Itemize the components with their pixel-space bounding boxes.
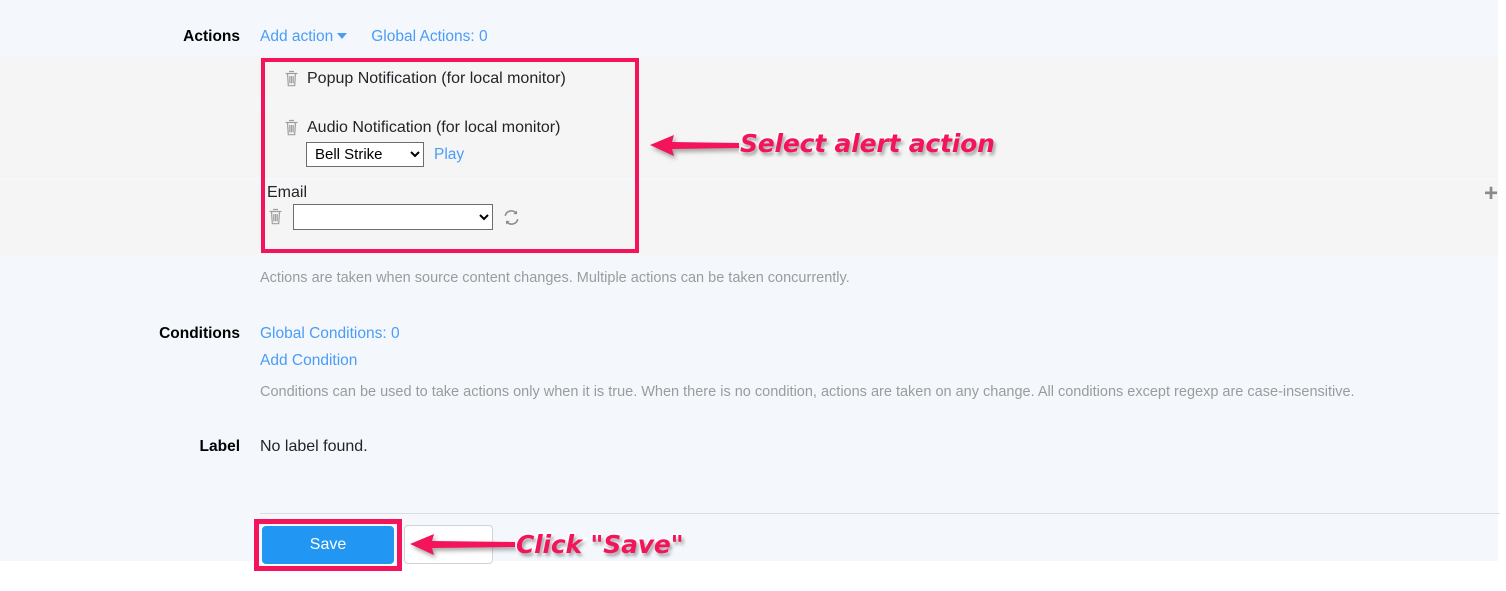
add-action-label: Add action [260, 28, 334, 45]
actions-links: Add action Global Actions: 0 [260, 28, 488, 46]
annotation-text-select-action: Select alert action [739, 128, 997, 160]
label-field-label: Label [199, 438, 240, 455]
action-item-popup-notification: Popup Notification (for local monitor) [265, 70, 635, 88]
trash-icon[interactable] [283, 70, 300, 88]
annotation-arrow-click-save [408, 527, 516, 565]
actions-list-highlight-box: Popup Notification (for local monitor) A… [261, 58, 639, 253]
actions-label: Actions [183, 28, 240, 45]
save-button[interactable]: Save [262, 526, 394, 564]
play-sound-link[interactable]: Play [434, 146, 464, 164]
bottom-edge-strip [0, 561, 1506, 591]
conditions-label: Conditions [159, 325, 240, 342]
global-conditions-link[interactable]: Global Conditions: 0 [260, 325, 400, 343]
trash-icon[interactable] [267, 208, 284, 226]
form-divider [260, 513, 1500, 514]
refresh-icon[interactable] [502, 208, 521, 227]
email-recipient-select[interactable] [293, 204, 493, 230]
action-title-popup-notification: Popup Notification (for local monitor) [307, 70, 566, 87]
conditions-helper-text: Conditions can be used to take actions o… [260, 384, 1355, 400]
action-item-email: Email [265, 184, 635, 230]
trash-icon[interactable] [283, 119, 300, 137]
sound-select[interactable]: Bell Strike [306, 142, 424, 167]
action-row-band-email [0, 180, 1498, 255]
annotation-text-click-save: Click "Save" [514, 529, 685, 561]
action-item-audio-notification: Audio Notification (for local monitor) B… [265, 119, 635, 167]
label-field-value: No label found. [260, 438, 368, 455]
add-condition-link[interactable]: Add Condition [260, 352, 357, 370]
actions-helper-text: Actions are taken when source content ch… [260, 270, 850, 286]
add-plus-icon[interactable]: + [1484, 182, 1502, 206]
chevron-down-icon [337, 32, 348, 39]
action-row-band-popup [0, 56, 1498, 103]
annotation-arrow-select-action [648, 128, 740, 166]
conditions-links: Global Conditions: 0 Add Condition [260, 325, 400, 370]
global-actions-link[interactable]: Global Actions: 0 [371, 28, 487, 46]
add-action-link[interactable]: Add action [260, 28, 348, 46]
audio-sound-controls: Bell Strike Play [306, 142, 635, 167]
action-title-audio-notification: Audio Notification (for local monitor) [307, 119, 561, 136]
email-action-title: Email [267, 184, 308, 201]
right-edge-strip [1498, 0, 1506, 561]
